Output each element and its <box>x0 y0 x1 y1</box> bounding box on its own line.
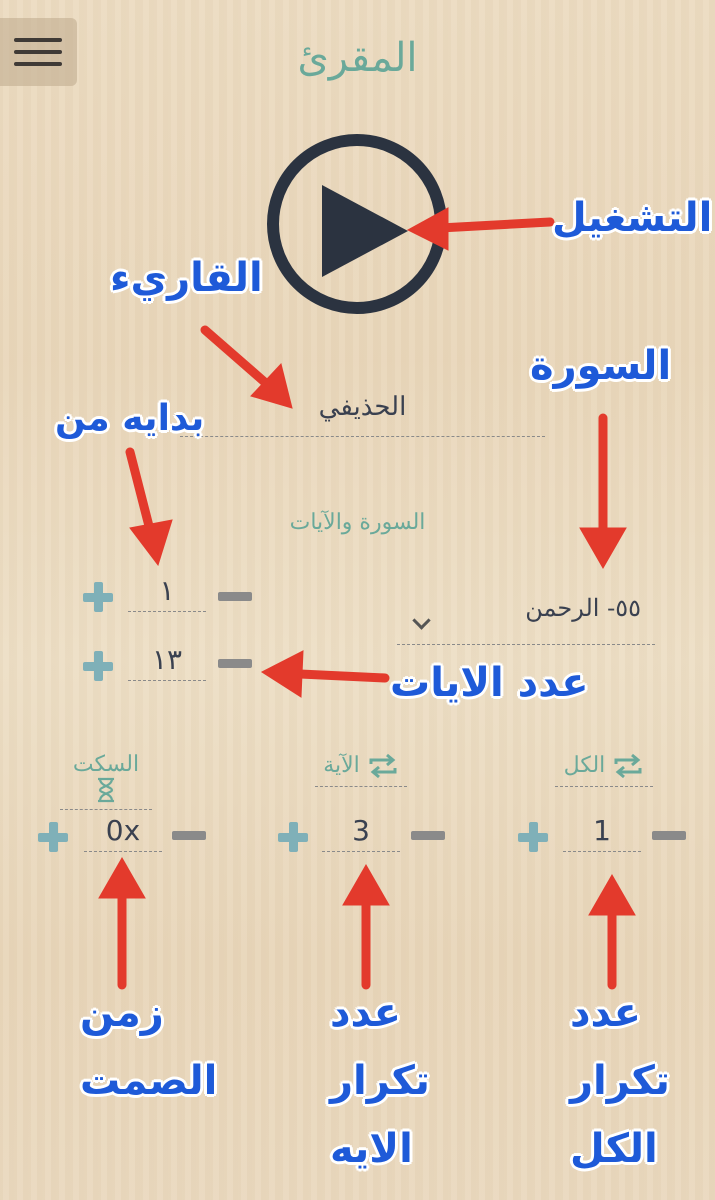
annotation-silence-word2: الصمت <box>80 1058 218 1104</box>
arrow-start <box>125 447 155 535</box>
annotation-ayah-word2: تكرار <box>330 1058 430 1104</box>
annotation-ayah-word3: الايه <box>330 1126 413 1172</box>
annotation-surah: السورة <box>530 343 672 389</box>
annotation-ayah-count: عدد الايات <box>390 660 589 706</box>
annotation-ayah-word1: عدد <box>330 990 401 1036</box>
annotation-reciter: القاريء <box>110 255 263 301</box>
annotation-all-word1: عدد <box>570 990 641 1036</box>
annotation-all-word2: تكرار <box>570 1058 670 1104</box>
annotation-all-word3: الكل <box>570 1126 658 1172</box>
annotation-play: التشغيل <box>552 195 713 241</box>
annotation-start-from: بدايه من <box>55 398 205 439</box>
arrow-reciter <box>200 325 273 390</box>
annotation-silence-word1: زمن <box>80 990 164 1036</box>
arrow-count <box>295 669 390 683</box>
arrow-play <box>435 217 555 233</box>
